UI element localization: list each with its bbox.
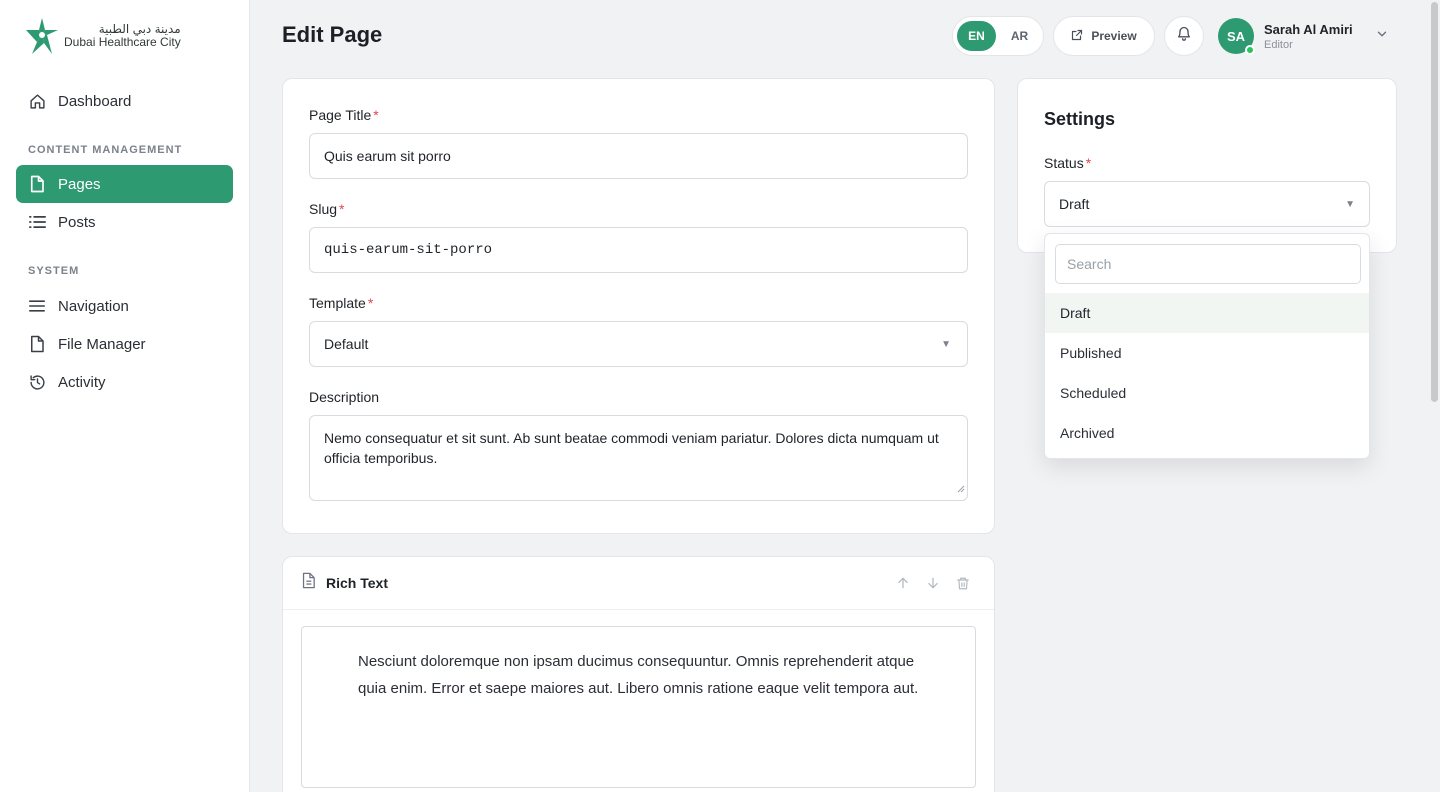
status-select[interactable]: Draft ▼ <box>1044 181 1370 227</box>
sidebar-item-label: Pages <box>58 175 101 193</box>
status-option-archived[interactable]: Archived <box>1045 413 1369 453</box>
history-icon <box>28 373 46 391</box>
preview-button[interactable]: Preview <box>1053 16 1155 56</box>
field-label-text: Description <box>309 389 380 405</box>
notifications-button[interactable] <box>1164 16 1204 56</box>
language-toggle: EN AR <box>952 16 1044 56</box>
template-value: Default <box>324 336 369 352</box>
sidebar-item-label: Posts <box>58 213 96 231</box>
user-role: Editor <box>1264 38 1293 51</box>
status-option-draft[interactable]: Draft <box>1045 293 1369 333</box>
external-link-icon <box>1071 29 1083 44</box>
user-menu[interactable]: SA Sarah Al Amiri Editor <box>1218 18 1389 55</box>
sidebar-item-label: Navigation <box>58 297 129 315</box>
page-scrollbar[interactable] <box>1429 0 1440 792</box>
field-label-text: Slug <box>309 201 338 217</box>
status-option-published[interactable]: Published <box>1045 333 1369 373</box>
sidebar-item-label: Activity <box>58 373 106 391</box>
preview-label: Preview <box>1091 29 1137 43</box>
status-options-list: Draft Published Scheduled Archived <box>1045 293 1369 453</box>
sidebar-item-posts[interactable]: Posts <box>16 203 233 241</box>
status-value: Draft <box>1059 196 1090 212</box>
resize-handle-icon[interactable] <box>957 478 965 498</box>
required-mark: * <box>373 107 379 123</box>
description-value: Nemo consequatur et sit sunt. Ab sunt be… <box>324 430 939 466</box>
list-icon <box>28 213 46 231</box>
sidebar: مدينة دبي الطبية Dubai Healthcare City D… <box>0 0 250 792</box>
page-title-input[interactable]: Quis earum sit porro <box>309 133 968 179</box>
block-actions <box>894 573 972 593</box>
status-label: Status * <box>1044 155 1091 171</box>
menu-icon <box>28 297 46 315</box>
online-status-indicator <box>1245 45 1255 55</box>
page-title: Edit Page <box>282 22 383 47</box>
sidebar-nav: Dashboard CONTENT MANAGEMENT Pages Posts… <box>16 82 233 401</box>
caret-down-icon: ▼ <box>941 338 951 350</box>
move-down-icon[interactable] <box>924 573 942 593</box>
avatar-initials: SA <box>1226 28 1246 44</box>
sidebar-item-label: Dashboard <box>58 92 132 110</box>
rich-text-content: Nesciunt doloremque non ipsam ducimus co… <box>358 653 919 697</box>
slug-input[interactable]: quis-earum-sit-porro <box>309 227 968 273</box>
nav-section-content-management: CONTENT MANAGEMENT <box>28 144 183 156</box>
chevron-down-icon <box>1375 27 1389 46</box>
sidebar-item-file-manager[interactable]: File Manager <box>16 325 233 363</box>
status-search-input[interactable] <box>1055 244 1361 284</box>
sidebar-item-pages[interactable]: Pages <box>16 165 233 203</box>
required-mark: * <box>367 295 374 311</box>
home-icon <box>28 92 46 110</box>
rich-text-header: Rich Text <box>283 557 994 610</box>
sidebar-item-label: File Manager <box>58 335 146 353</box>
template-select[interactable]: Default ▼ <box>309 321 968 367</box>
document-icon <box>301 572 316 594</box>
page-title-label: Page Title * <box>309 107 379 123</box>
status-dropdown: Draft Published Scheduled Archived <box>1044 233 1370 459</box>
field-label-text: Status <box>1044 155 1084 171</box>
nav-section-system: SYSTEM <box>28 265 80 277</box>
slug-label: Slug * <box>309 201 344 217</box>
description-label: Description <box>309 389 379 405</box>
star-logo-icon <box>26 18 58 54</box>
file-icon <box>28 175 46 193</box>
template-label: Template * <box>309 295 373 311</box>
user-name: Sarah Al Amiri <box>1264 21 1353 37</box>
rich-text-title: Rich Text <box>326 575 388 591</box>
file-icon <box>28 335 46 353</box>
status-option-scheduled[interactable]: Scheduled <box>1045 373 1369 413</box>
required-mark: * <box>1085 155 1092 171</box>
field-label-text: Page Title <box>309 107 372 123</box>
avatar: SA <box>1218 18 1255 55</box>
page-title-value: Quis earum sit porro <box>324 148 451 164</box>
settings-card: Settings Status * Draft ▼ <box>1017 78 1397 253</box>
brand-logo[interactable]: مدينة دبي الطبية Dubai Healthcare City <box>24 16 181 56</box>
trash-icon[interactable] <box>954 573 972 593</box>
caret-down-icon: ▼ <box>1345 198 1355 210</box>
description-textarea[interactable]: Nemo consequatur et sit sunt. Ab sunt be… <box>309 415 968 501</box>
brand-name-english: Dubai Healthcare City <box>64 35 181 49</box>
lang-en-button[interactable]: EN <box>957 21 996 51</box>
field-label-text: Template <box>309 295 366 311</box>
settings-title: Settings <box>1044 109 1116 129</box>
move-up-icon[interactable] <box>894 573 912 593</box>
required-mark: * <box>339 201 345 217</box>
bell-icon <box>1176 25 1192 47</box>
sidebar-item-activity[interactable]: Activity <box>16 363 233 401</box>
page-details-card: Page Title * Quis earum sit porro Slug * q… <box>282 78 995 534</box>
rich-text-editor[interactable]: Nesciunt doloremque non ipsam ducimus co… <box>301 626 976 788</box>
sidebar-item-dashboard[interactable]: Dashboard <box>16 82 233 120</box>
rich-text-block: Rich Text Nesciunt doloremque non ipsam … <box>282 556 995 792</box>
scrollbar-thumb[interactable] <box>1431 2 1438 402</box>
sidebar-item-navigation[interactable]: Navigation <box>16 287 233 325</box>
slug-value: quis-earum-sit-porro <box>324 242 493 258</box>
lang-ar-button[interactable]: AR <box>1000 21 1039 51</box>
